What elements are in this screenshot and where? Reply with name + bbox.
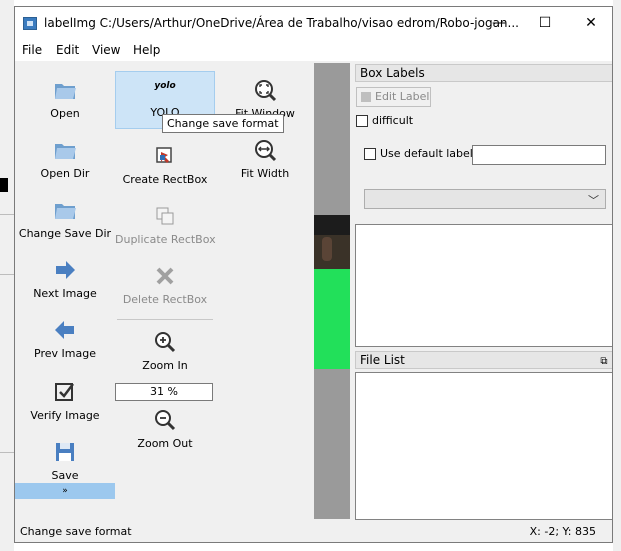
background-divider <box>0 214 14 215</box>
zoom-value-field[interactable]: 31 % <box>115 383 213 401</box>
image-canvas[interactable] <box>314 63 350 519</box>
difficult-label: difficult <box>372 114 414 127</box>
box-labels-title: Box Labels <box>355 64 612 82</box>
close-button[interactable]: ✕ <box>568 7 612 39</box>
maximize-button[interactable]: ☐ <box>522 7 568 39</box>
labelimg-window: labelImg C:/Users/Arthur/OneDrive/Área d… <box>14 6 613 543</box>
chevron-down-icon: ﹀ <box>588 194 599 207</box>
arrow-right-icon <box>56 261 75 279</box>
create-rectbox-label: Create RectBox <box>122 173 208 186</box>
image-field <box>314 269 350 369</box>
use-default-label-checkbox[interactable] <box>364 148 376 160</box>
status-message: Change save format <box>20 525 132 538</box>
robot-image <box>314 215 350 369</box>
fit-width-label: Fit Width <box>240 167 290 180</box>
folder-open-icon <box>55 144 76 159</box>
background-divider <box>0 452 14 453</box>
label-combobox[interactable]: ﹀ <box>364 189 606 209</box>
zoom-out-icon <box>155 410 176 431</box>
pencil-icon <box>361 92 371 102</box>
duplicate-rectbox-label: Duplicate RectBox <box>115 233 216 246</box>
draw-rectangle-icon <box>156 147 172 163</box>
edit-label-button[interactable]: Edit Label <box>356 87 431 107</box>
zoom-out-button[interactable]: Zoom Out <box>115 407 215 450</box>
change-save-dir-label: Change Save Dir <box>18 227 112 240</box>
create-rectbox-button[interactable]: Create RectBox <box>115 143 215 186</box>
app-icon <box>23 17 37 30</box>
duplicate-icon <box>156 207 174 225</box>
file-list-title: File List <box>355 351 612 369</box>
use-default-label-text: Use default label <box>380 147 473 160</box>
image-figure <box>322 237 332 261</box>
fit-window-icon <box>255 80 277 102</box>
image-region <box>314 235 350 269</box>
zoom-out-label: Zoom Out <box>137 437 193 450</box>
checkbox-check-icon <box>55 383 74 401</box>
menu-view[interactable]: View <box>92 43 120 57</box>
open-dir-label: Open Dir <box>40 167 90 180</box>
next-image-label: Next Image <box>33 287 97 300</box>
fit-width-icon <box>255 140 277 162</box>
file-list[interactable] <box>355 372 612 520</box>
next-image-button[interactable]: Next Image <box>15 257 115 300</box>
save-button[interactable]: Save <box>15 439 115 482</box>
menu-file[interactable]: File <box>22 43 42 57</box>
background-fragment <box>0 178 8 192</box>
change-save-dir-button[interactable]: Change Save Dir <box>15 197 115 240</box>
zoom-in-button[interactable]: Zoom In <box>115 329 215 372</box>
difficult-checkbox[interactable] <box>356 115 368 127</box>
window-title: labelImg C:/Users/Arthur/OneDrive/Área d… <box>44 16 519 30</box>
prev-image-button[interactable]: Prev Image <box>15 317 115 360</box>
fit-width-button[interactable]: Fit Width <box>215 137 315 180</box>
background-divider <box>0 274 14 275</box>
verify-image-label: Verify Image <box>30 409 100 422</box>
duplicate-rectbox-button[interactable]: Duplicate RectBox <box>115 203 216 246</box>
yolo-format-icon: yolo <box>154 81 176 91</box>
edit-label-text: Edit Label <box>375 90 430 103</box>
delete-rectbox-label: Delete RectBox <box>122 293 208 306</box>
background-window-edge <box>0 0 14 551</box>
menu-edit[interactable]: Edit <box>56 43 79 57</box>
menu-bar: File Edit View Help <box>15 39 612 61</box>
folder-open-icon <box>55 204 76 219</box>
cursor-coordinates: X: -2; Y: 835 <box>529 525 596 538</box>
zoom-in-icon <box>155 332 176 353</box>
status-bar: Change save format X: -2; Y: 835 <box>15 520 612 542</box>
verify-image-button[interactable]: Verify Image <box>15 379 115 422</box>
save-label: Save <box>51 469 79 482</box>
minimize-button[interactable]: — <box>476 7 522 39</box>
delete-rectbox-button[interactable]: Delete RectBox <box>115 263 215 306</box>
tooltip: Change save format <box>162 114 284 133</box>
toolbar-expand-button[interactable]: » <box>15 483 115 499</box>
zoom-in-label: Zoom In <box>142 359 188 372</box>
open-button[interactable]: Open <box>15 77 115 120</box>
open-dir-button[interactable]: Open Dir <box>15 137 115 180</box>
floppy-disk-icon <box>56 443 74 461</box>
delete-x-icon <box>156 267 174 285</box>
title-bar[interactable]: labelImg C:/Users/Arthur/OneDrive/Área d… <box>15 7 612 39</box>
float-dock-icon[interactable]: ⧉ <box>598 356 610 368</box>
background-window-edge-right <box>613 0 621 551</box>
toolbar-divider <box>117 319 213 320</box>
arrow-left-icon <box>55 321 74 339</box>
menu-help[interactable]: Help <box>133 43 160 57</box>
label-list[interactable] <box>355 224 612 347</box>
prev-image-label: Prev Image <box>34 347 96 360</box>
folder-open-icon <box>55 84 76 99</box>
default-label-input[interactable] <box>472 145 606 165</box>
open-label: Open <box>50 107 80 120</box>
